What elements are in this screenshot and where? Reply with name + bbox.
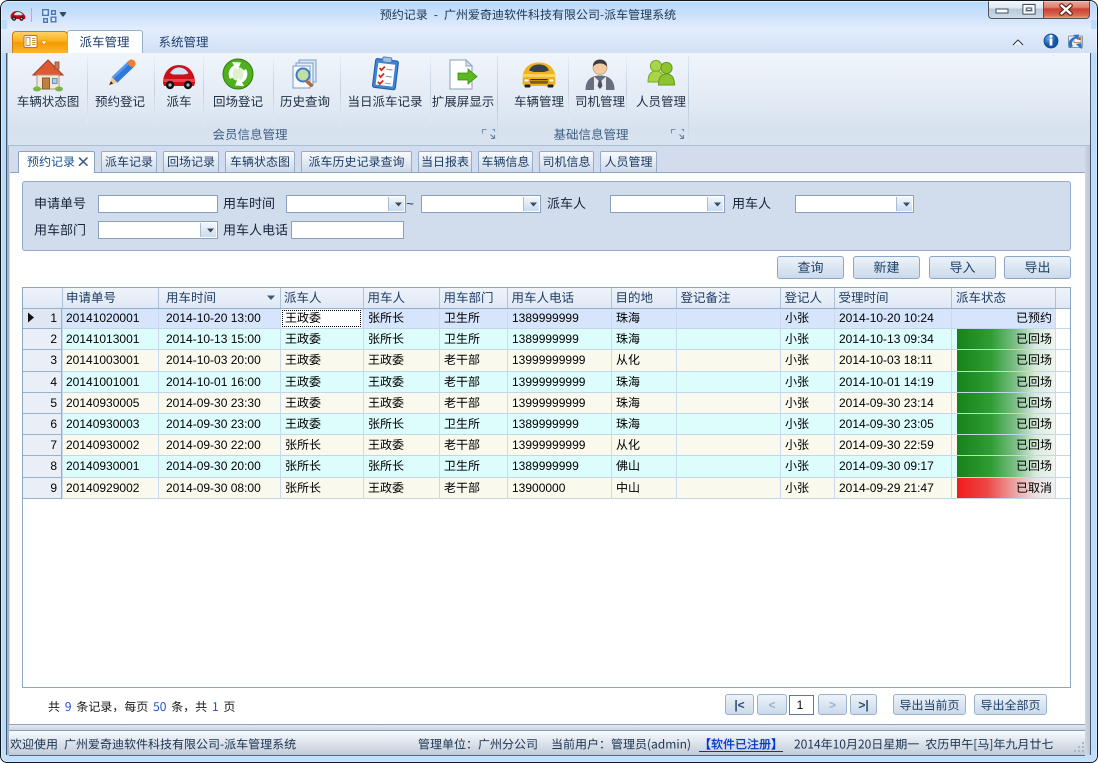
svg-text:<: < — [768, 698, 775, 712]
svg-text:2014-10-13 15:00: 2014-10-13 15:00 — [166, 332, 261, 346]
svg-text:20140930001: 20140930001 — [66, 459, 140, 473]
svg-text:2014-10-20 10:24: 2014-10-20 10:24 — [839, 311, 934, 325]
svg-text:20140930002: 20140930002 — [66, 438, 140, 452]
svg-text:13999999999: 13999999999 — [512, 353, 586, 367]
svg-text:2014-10-01 16:00: 2014-10-01 16:00 — [166, 375, 261, 389]
svg-text:20141003001: 20141003001 — [66, 353, 140, 367]
svg-text:13999999999: 13999999999 — [512, 438, 586, 452]
svg-text:20141020001: 20141020001 — [66, 311, 140, 325]
svg-text:2014-10-03 20:00: 2014-10-03 20:00 — [166, 353, 261, 367]
svg-text:>: > — [829, 698, 836, 712]
svg-text:~: ~ — [406, 196, 414, 211]
svg-text:20141013001: 20141013001 — [66, 332, 140, 346]
svg-text:4: 4 — [50, 375, 57, 389]
svg-text:2014-10-01 14:19: 2014-10-01 14:19 — [839, 375, 934, 389]
svg-text:|<: |< — [734, 698, 744, 712]
svg-text:2014-09-29 21:47: 2014-09-29 21:47 — [839, 481, 934, 495]
svg-text:1: 1 — [797, 698, 804, 712]
svg-text:>|: >| — [858, 698, 868, 712]
svg-text:2: 2 — [50, 332, 57, 346]
svg-text:2014-10-13 09:34: 2014-10-13 09:34 — [839, 332, 934, 346]
svg-text:6: 6 — [50, 417, 57, 431]
svg-text:20141001001: 20141001001 — [66, 375, 140, 389]
svg-text:1: 1 — [50, 311, 57, 325]
svg-text:2014-09-30 20:00: 2014-09-30 20:00 — [166, 459, 261, 473]
svg-text:9: 9 — [50, 481, 57, 495]
svg-text:3: 3 — [50, 353, 57, 367]
svg-text:20140929002: 20140929002 — [66, 481, 140, 495]
svg-text:2014-09-30 09:17: 2014-09-30 09:17 — [839, 459, 934, 473]
svg-text:1389999999: 1389999999 — [512, 417, 579, 431]
svg-text:2014-09-30 23:30: 2014-09-30 23:30 — [166, 396, 261, 410]
svg-text:2014-09-30 22:59: 2014-09-30 22:59 — [839, 438, 934, 452]
svg-text:2014-10-03 18:11: 2014-10-03 18:11 — [839, 353, 933, 367]
svg-text:13999999999: 13999999999 — [512, 396, 586, 410]
svg-text:20140930003: 20140930003 — [66, 417, 140, 431]
svg-text:2014-09-30 23:14: 2014-09-30 23:14 — [839, 396, 934, 410]
svg-text:7: 7 — [50, 438, 57, 452]
svg-text:2014-09-30 22:00: 2014-09-30 22:00 — [166, 438, 261, 452]
svg-text:2014-09-30 08:00: 2014-09-30 08:00 — [166, 481, 261, 495]
svg-text:2014-10-20 13:00: 2014-10-20 13:00 — [166, 311, 261, 325]
svg-text:20140930005: 20140930005 — [66, 396, 140, 410]
svg-text:2014-09-30 23:00: 2014-09-30 23:00 — [166, 417, 261, 431]
svg-text:13900000: 13900000 — [512, 481, 566, 495]
svg-text:13999999999: 13999999999 — [512, 375, 586, 389]
svg-text:1389999999: 1389999999 — [512, 311, 579, 325]
svg-text:5: 5 — [50, 396, 57, 410]
svg-text:1389999999: 1389999999 — [512, 459, 579, 473]
svg-text:2014-09-30 23:05: 2014-09-30 23:05 — [839, 417, 934, 431]
svg-text:1389999999: 1389999999 — [512, 332, 579, 346]
svg-text:8: 8 — [50, 459, 57, 473]
